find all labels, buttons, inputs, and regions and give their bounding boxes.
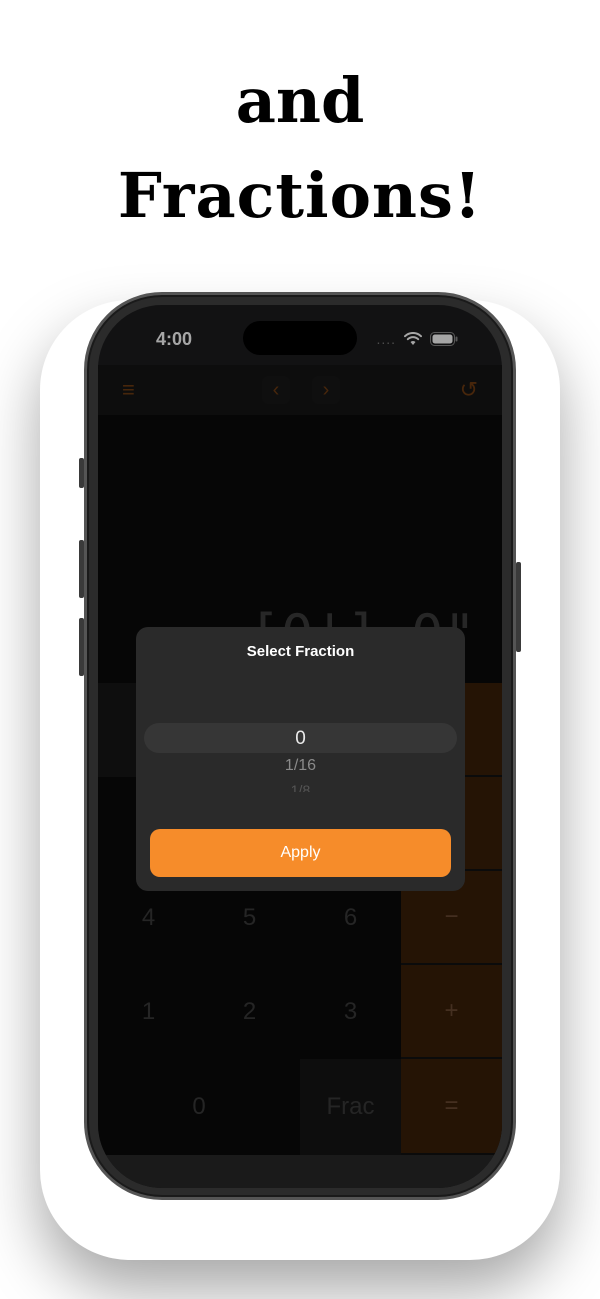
side-button-volume-up <box>79 540 84 598</box>
picker-option[interactable]: 1/16 <box>136 757 465 775</box>
phone-screen: 4:00 .... ≡ ‹ › ↺ [0'] 0" <box>98 305 502 1188</box>
picker-option-selected[interactable]: 0 <box>136 728 465 750</box>
side-button-action <box>79 458 84 488</box>
headline-line-1: and <box>235 64 365 137</box>
side-button-volume-down <box>79 618 84 676</box>
side-button-power <box>516 562 521 652</box>
apply-button[interactable]: Apply <box>150 829 451 877</box>
bottom-bar <box>98 1155 502 1188</box>
picker-option[interactable]: 1/8 <box>136 782 465 792</box>
select-fraction-dialog: Select Fraction 0 1/16 1/8 Apply <box>136 627 465 891</box>
dialog-title: Select Fraction <box>246 643 355 660</box>
headline-line-2: Fractions! <box>117 159 483 232</box>
